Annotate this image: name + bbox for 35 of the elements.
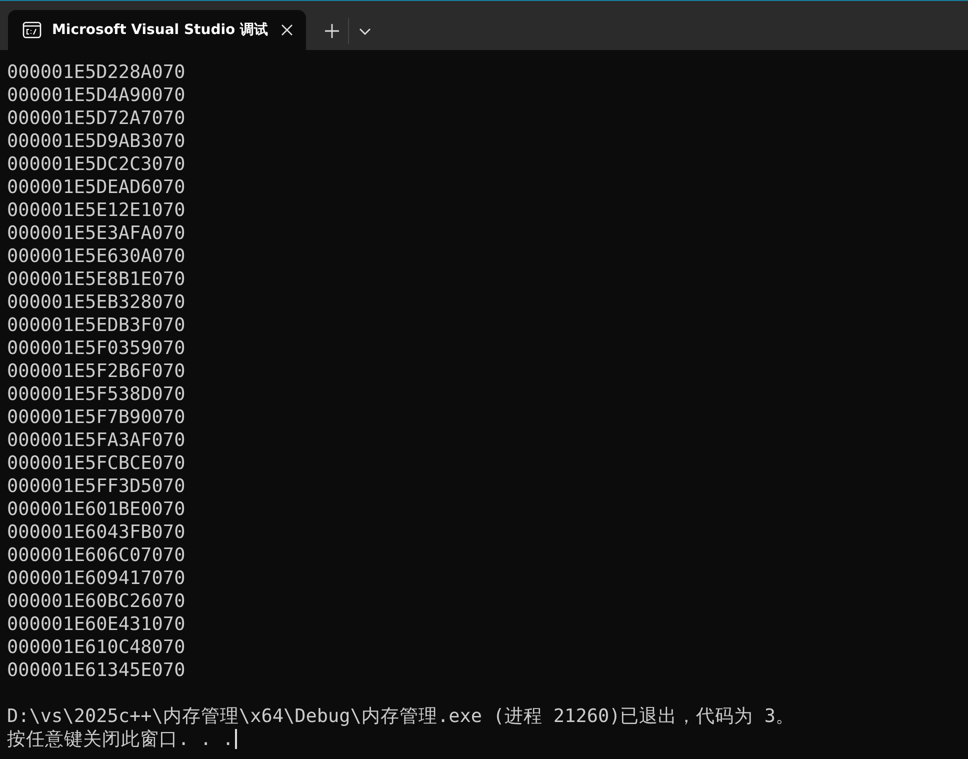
console-line: 000001E5D9AB3070 bbox=[7, 131, 186, 152]
console-line: 000001E61345E070 bbox=[7, 660, 186, 681]
console-line: 000001E5F7B90070 bbox=[7, 407, 186, 428]
close-icon bbox=[280, 23, 294, 37]
console-line: 000001E606C07070 bbox=[7, 545, 186, 566]
console-line: 000001E5E8B1E070 bbox=[7, 269, 186, 290]
console-line: 000001E5E630A070 bbox=[7, 246, 186, 267]
console-line: 000001E5D72A7070 bbox=[7, 108, 186, 129]
console-line: 000001E60BC26070 bbox=[7, 591, 186, 612]
console-line: 000001E5D228A070 bbox=[7, 62, 186, 83]
console-line: 000001E5E12E1070 bbox=[7, 200, 186, 221]
close-tab-button[interactable] bbox=[280, 23, 294, 37]
console-line: 000001E5EB328070 bbox=[7, 292, 186, 313]
console-line: 按任意键关闭此窗口. . . bbox=[7, 729, 234, 750]
text-cursor bbox=[234, 729, 237, 749]
console-line: 000001E5F2B6F070 bbox=[7, 361, 186, 382]
console-line: 000001E5EDB3F070 bbox=[7, 315, 186, 336]
terminal-tab[interactable]: Microsoft Visual Studio 调试 bbox=[8, 10, 306, 50]
console-line: 000001E5DC2C3070 bbox=[7, 154, 186, 175]
console-line: 000001E5D4A90070 bbox=[7, 85, 186, 106]
plus-icon bbox=[324, 22, 340, 38]
console-line: 000001E5F538D070 bbox=[7, 384, 186, 405]
console-line: 000001E5FF3D5070 bbox=[7, 476, 186, 497]
console-line: 000001E609417070 bbox=[7, 568, 186, 589]
console-line: 000001E601BE0070 bbox=[7, 499, 186, 520]
console-line: 000001E5DEAD6070 bbox=[7, 177, 186, 198]
console-line: D:\vs\2025c++\内存管理\x64\Debug\内存管理.exe (进程 21260)已退出，代码为 3。 bbox=[7, 706, 795, 727]
console-line: 000001E5E3AFA070 bbox=[7, 223, 186, 244]
console-line: 000001E5FA3AF070 bbox=[7, 430, 186, 451]
console-line: 000001E610C48070 bbox=[7, 637, 186, 658]
console-line: 000001E5FCBCE070 bbox=[7, 453, 186, 474]
console-line: 000001E60E431070 bbox=[7, 614, 186, 635]
console-line: 000001E6043FB070 bbox=[7, 522, 186, 543]
console-line: 000001E5F0359070 bbox=[7, 338, 186, 359]
console-icon bbox=[22, 20, 42, 40]
